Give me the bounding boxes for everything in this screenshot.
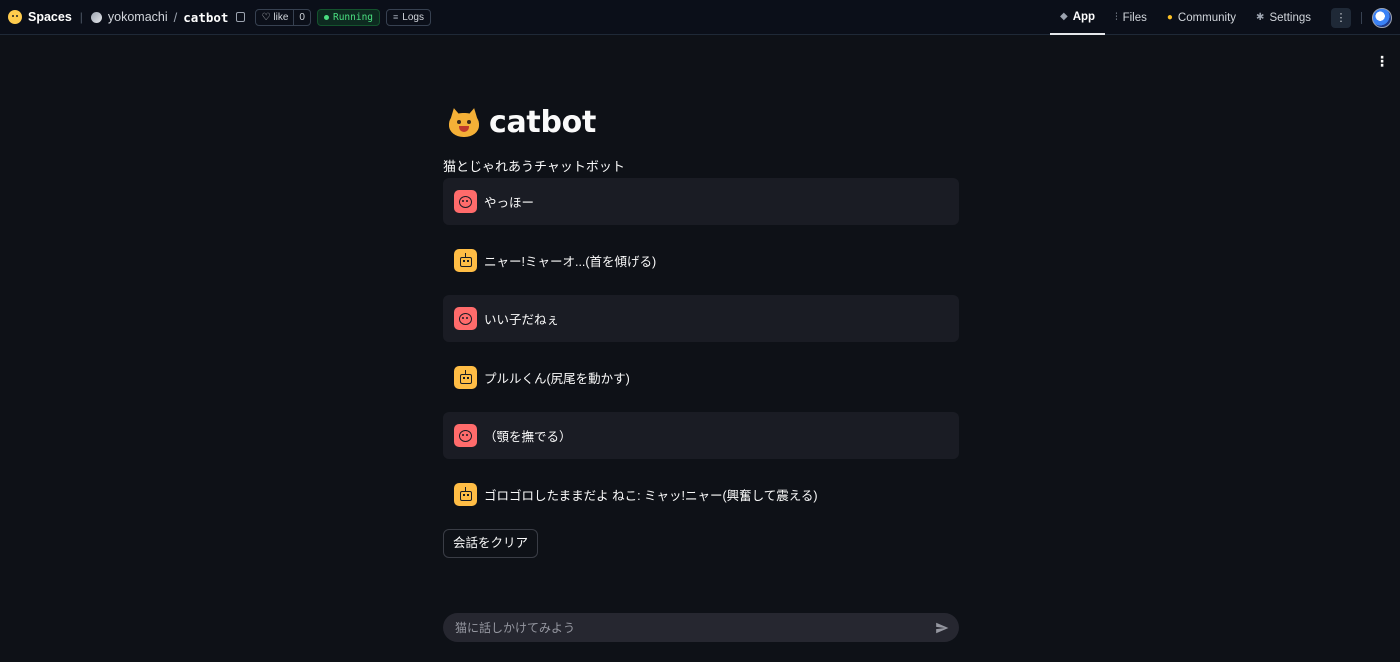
chat-message-assistant: プルルくん(尻尾を動かす) bbox=[443, 354, 959, 401]
user-avatar-icon bbox=[454, 190, 477, 213]
divider bbox=[1361, 11, 1362, 24]
hf-topbar: Spaces | yokomachi / catbot ♡ like 0 Runn… bbox=[0, 0, 1400, 35]
like-count: 0 bbox=[293, 9, 310, 25]
page-title-text: catbot bbox=[489, 104, 596, 140]
status-dot-icon bbox=[323, 14, 329, 20]
copy-icon[interactable] bbox=[236, 12, 246, 22]
robot-avatar-icon bbox=[454, 248, 477, 272]
tab-community[interactable]: ● Community bbox=[1157, 0, 1246, 35]
user-avatar-icon bbox=[454, 307, 477, 330]
cube-icon: ◆ bbox=[1060, 11, 1068, 22]
chat-input[interactable] bbox=[455, 620, 935, 635]
path-separator: / bbox=[173, 9, 178, 25]
repo-name-link[interactable]: catbot bbox=[183, 10, 228, 25]
owner-link[interactable]: yokomachi bbox=[108, 10, 168, 24]
logs-button[interactable]: ≡ Logs bbox=[386, 8, 431, 26]
tab-community-label: Community bbox=[1177, 11, 1237, 24]
like-label: like bbox=[273, 11, 289, 23]
chat-messages: やっほー ニャー!ミャーオ...(首を傾げる) いい子だねぇ プルルくん(尻尾を… bbox=[443, 178, 959, 518]
community-icon: ● bbox=[1166, 12, 1173, 23]
heart-icon: ♡ bbox=[261, 11, 271, 23]
tab-files-label: Files bbox=[1122, 11, 1147, 24]
gear-icon: ✱ bbox=[1256, 12, 1265, 23]
robot-avatar-icon bbox=[454, 482, 477, 506]
spaces-link[interactable]: Spaces bbox=[28, 10, 72, 24]
tab-settings[interactable]: ✱ Settings bbox=[1246, 0, 1321, 35]
files-icon: ⫶ bbox=[1115, 12, 1118, 23]
clear-conversation-button[interactable]: 会話をクリア bbox=[443, 529, 539, 558]
chat-message-assistant: ゴロゴロしたままだよ ねこ: ミャッ!ニャー(興奮して震える) bbox=[443, 471, 959, 518]
message-text: （顎を撫でる） bbox=[484, 430, 572, 444]
logs-icon: ≡ bbox=[393, 12, 399, 22]
app-menu-icon[interactable]: ⋮ bbox=[1375, 54, 1389, 68]
message-text: いい子だねぇ bbox=[484, 313, 560, 327]
chat-message-user: いい子だねぇ bbox=[443, 295, 959, 342]
message-text: ニャー!ミャーオ...(首を傾げる) bbox=[484, 254, 657, 269]
tab-app[interactable]: ◆ App bbox=[1050, 0, 1106, 35]
page-title: catbot bbox=[447, 100, 959, 144]
message-text: ゴロゴロしたままだよ ねこ: ミャッ!ニャー(興奮して震える) bbox=[484, 488, 818, 503]
logs-label: Logs bbox=[402, 11, 424, 23]
chat-input-bar bbox=[443, 613, 959, 642]
more-options-icon[interactable]: ⋮ bbox=[1331, 7, 1351, 28]
user-avatar-icon bbox=[454, 424, 477, 447]
robot-avatar-icon bbox=[454, 365, 477, 389]
message-text: プルルくん(尻尾を動かす) bbox=[484, 371, 630, 386]
huggingface-logo-icon[interactable] bbox=[8, 10, 22, 24]
chat-message-user: やっほー bbox=[443, 178, 959, 225]
chat-message-user: （顎を撫でる） bbox=[443, 412, 959, 459]
like-button[interactable]: ♡ like 0 bbox=[255, 8, 311, 26]
user-avatar[interactable] bbox=[1372, 7, 1392, 28]
status-badge[interactable]: Running bbox=[316, 8, 381, 26]
owner-avatar bbox=[90, 11, 102, 23]
send-icon[interactable] bbox=[935, 621, 949, 635]
page-subtitle: 猫とじゃれあうチャットボット bbox=[443, 159, 625, 174]
app-main: catbot 猫とじゃれあうチャットボット やっほー ニャー!ミャーオ...(首… bbox=[443, 100, 959, 558]
divider: | bbox=[79, 10, 83, 24]
status-label: Running bbox=[332, 11, 374, 23]
tab-app-label: App bbox=[1072, 10, 1096, 23]
cat-face-icon bbox=[447, 106, 481, 137]
message-text: やっほー bbox=[484, 196, 535, 210]
tab-files[interactable]: ⫶ Files bbox=[1105, 0, 1157, 35]
chat-message-assistant: ニャー!ミャーオ...(首を傾げる) bbox=[443, 237, 959, 284]
tab-settings-label: Settings bbox=[1269, 11, 1311, 24]
